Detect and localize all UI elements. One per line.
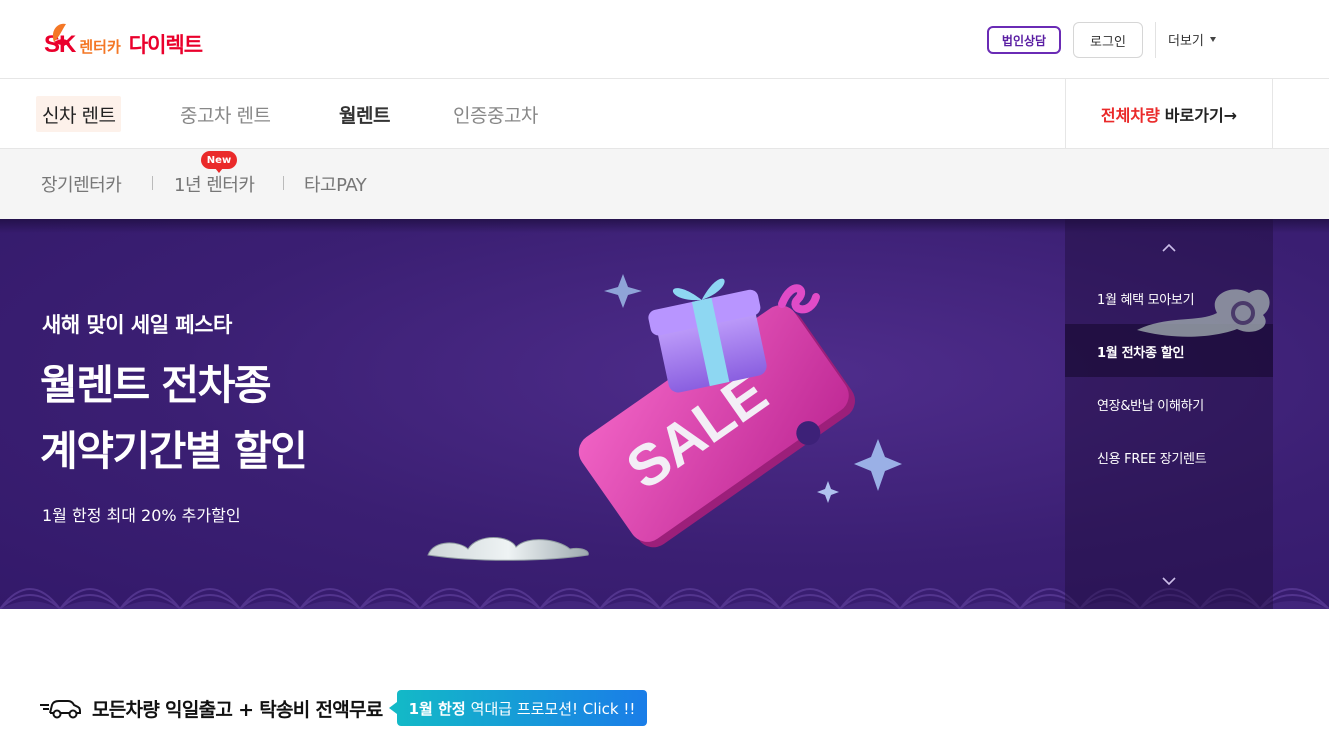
logo-sub-text: 렌터카 — [79, 37, 121, 56]
banner-side-menu: 1월 혜택 모아보기 1월 전차종 할인 연장&반납 이해하기 신용 FREE … — [1065, 219, 1273, 609]
main-nav: 신차 렌트 중고차 렌트 월렌트 인증중고차 전체차량 바로가기→ — [0, 79, 1329, 149]
logo[interactable]: SK 렌터카 다이렉트 — [40, 16, 203, 64]
caret-down-icon — [1209, 37, 1216, 42]
promo-pill-text: 역대급 프로모션! Click !! — [470, 699, 636, 718]
subnav-separator — [152, 176, 153, 190]
logo-main-text: 다이렉트 — [128, 33, 203, 57]
login-button[interactable]: 로그인 — [1073, 22, 1143, 58]
side-menu-item-credit-free[interactable]: 신용 FREE 장기렌트 — [1097, 448, 1207, 467]
more-menu-button[interactable]: 더보기 — [1168, 30, 1216, 49]
sk-butterfly-icon — [52, 23, 70, 46]
all-vehicles-rest-text: 바로가기→ — [1164, 105, 1238, 125]
banner-description: 1월 한정 최대 20% 추가할인 — [42, 506, 241, 525]
promo-pill-bold: 1월 한정 — [408, 699, 466, 718]
promo-row: 모든차량 익일출고 + 탁송비 전액무료 1월 한정 역대급 프로모션! Cli… — [40, 688, 648, 728]
nav-item-certified-used[interactable]: 인증중고차 — [447, 96, 544, 132]
sub-nav: 장기렌터카 1년 렌터카 타고PAY — [0, 149, 1329, 219]
promo-text: 모든차량 익일출고 + 탁송비 전액무료 — [92, 698, 383, 721]
fast-car-icon — [40, 700, 82, 719]
hero-banner[interactable]: 새해 맞이 세일 페스타 월렌트 전차종 계약기간별 할인 1월 한정 최대 2… — [0, 219, 1329, 609]
chevron-up-icon[interactable] — [1162, 241, 1176, 255]
corporate-consult-button[interactable]: 법인상담 — [987, 26, 1061, 54]
new-badge: New — [201, 151, 237, 173]
side-menu-item-extend-return[interactable]: 연장&반납 이해하기 — [1097, 395, 1204, 414]
all-vehicles-red-text: 전체차량 — [1100, 105, 1160, 125]
nav-item-used-car-rent[interactable]: 중고차 렌트 — [174, 96, 276, 132]
banner-title-line1: 월렌트 전차종 — [40, 361, 272, 409]
banner-title-line2: 계약기간별 할인 — [40, 427, 308, 475]
all-vehicles-link[interactable]: 전체차량 바로가기→ — [1065, 79, 1273, 148]
subnav-item-one-year[interactable]: 1년 렌터카 — [174, 171, 255, 197]
header-divider — [1155, 22, 1156, 58]
subnav-item-long-term[interactable]: 장기렌터카 — [41, 171, 122, 197]
subnav-item-tago-pay[interactable]: 타고PAY — [304, 171, 367, 197]
promo-button[interactable]: 1월 한정 역대급 프로모션! Click !! — [388, 690, 648, 726]
nav-item-new-car-rent[interactable]: 신차 렌트 — [36, 96, 122, 132]
more-label: 더보기 — [1168, 34, 1204, 49]
chevron-down-icon[interactable] — [1162, 574, 1176, 588]
site-header: SK 렌터카 다이렉트 법인상담 로그인 더보기 — [0, 0, 1329, 79]
cloud-ornament — [1137, 289, 1270, 337]
subnav-separator — [283, 176, 284, 190]
side-menu-item-january-benefits[interactable]: 1월 혜택 모아보기 — [1097, 289, 1195, 308]
nav-item-monthly-rent[interactable]: 월렌트 — [333, 96, 396, 132]
side-menu-item-all-models-discount[interactable]: 1월 전차종 할인 — [1097, 342, 1184, 361]
sale-illustration: SALE — [427, 274, 902, 561]
banner-eyebrow: 새해 맞이 세일 페스타 — [42, 313, 232, 337]
